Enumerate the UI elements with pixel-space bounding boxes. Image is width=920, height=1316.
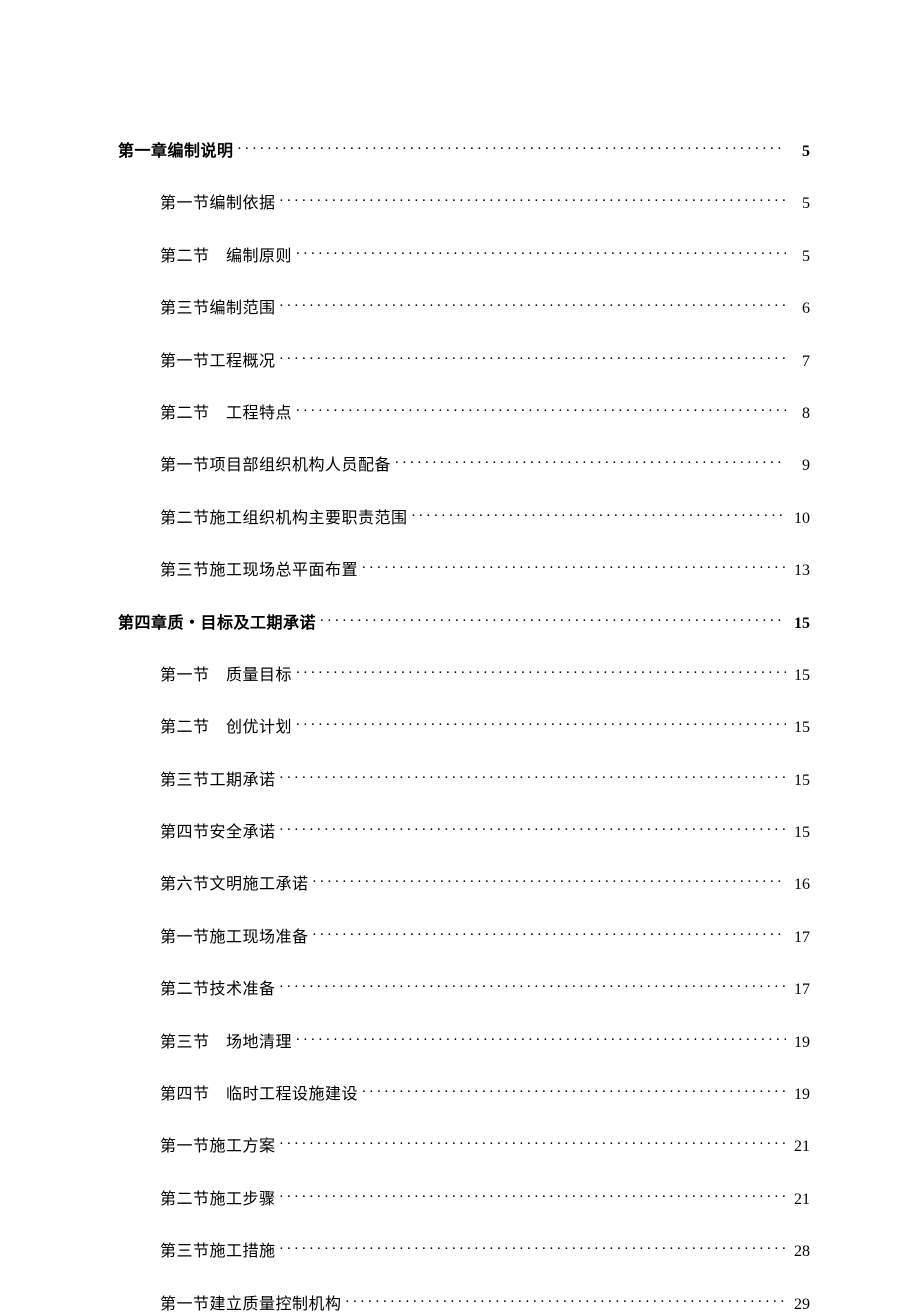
toc-entry-page-number: 9 <box>790 455 810 477</box>
toc-dot-leader <box>362 1083 786 1099</box>
toc-entry-label: 第四节 临时工程设施建设 <box>160 1084 358 1106</box>
toc-dot-leader <box>296 716 786 732</box>
toc-entry-page-number: 8 <box>790 403 810 425</box>
toc-entry[interactable]: 第二节施工步骤 21 <box>118 1188 810 1211</box>
toc-entry-page-number: 28 <box>790 1241 810 1263</box>
toc-entry-label: 第二节 工程特点 <box>160 403 292 425</box>
toc-entry-label: 第一节 质量目标 <box>160 665 292 687</box>
toc-dot-leader <box>238 140 786 156</box>
toc-entry[interactable]: 第三节 场地清理 19 <box>118 1031 810 1054</box>
toc-dot-leader <box>280 769 786 785</box>
toc-entry[interactable]: 第四节 临时工程设施建设 19 <box>118 1083 810 1106</box>
toc-entry[interactable]: 第四章质・目标及工期承诺 15 <box>118 612 810 635</box>
toc-entry[interactable]: 第一章编制说明 5 <box>118 140 810 163</box>
toc-entry-label: 第一章编制说明 <box>118 141 234 163</box>
toc-dot-leader <box>280 350 786 366</box>
toc-dot-leader <box>280 192 786 208</box>
toc-entry-page-number: 17 <box>790 979 810 1001</box>
toc-entry[interactable]: 第三节编制范围 6 <box>118 297 810 320</box>
toc-entry[interactable]: 第二节技术准备 17 <box>118 978 810 1001</box>
toc-dot-leader <box>362 559 786 575</box>
toc-entry-page-number: 15 <box>790 822 810 844</box>
toc-entry-label: 第一节施工现场准备 <box>160 927 309 949</box>
toc-entry[interactable]: 第四节安全承诺 15 <box>118 821 810 844</box>
toc-entry-label: 第三节编制范围 <box>160 298 276 320</box>
toc-dot-leader <box>280 297 786 313</box>
toc-entry[interactable]: 第一节编制依据 5 <box>118 192 810 215</box>
toc-entry-label: 第二节施工组织机构主要职责范围 <box>160 508 408 530</box>
toc-entry-page-number: 15 <box>790 717 810 739</box>
toc-entry-label: 第一节建立质量控制机构 <box>160 1294 342 1316</box>
toc-entry-page-number: 5 <box>790 141 810 163</box>
toc-entry-label: 第一节编制依据 <box>160 193 276 215</box>
toc-entry-page-number: 15 <box>790 613 810 635</box>
toc-entry[interactable]: 第三节施工现场总平面布置 13 <box>118 559 810 582</box>
toc-entry-label: 第一节工程概况 <box>160 351 276 373</box>
toc-entry[interactable]: 第二节 编制原则 5 <box>118 245 810 268</box>
toc-dot-leader <box>296 1031 786 1047</box>
toc-entry-page-number: 13 <box>790 560 810 582</box>
toc-entry-label: 第四章质・目标及工期承诺 <box>118 613 316 635</box>
toc-entry-page-number: 5 <box>790 193 810 215</box>
toc-entry-page-number: 19 <box>790 1032 810 1054</box>
toc-entry-label: 第三节施工措施 <box>160 1241 276 1263</box>
toc-dot-leader <box>280 978 786 994</box>
toc-entry-page-number: 19 <box>790 1084 810 1106</box>
toc-dot-leader <box>320 612 786 628</box>
toc-entry-label: 第一节项目部组织机构人员配备 <box>160 455 391 477</box>
toc-entry[interactable]: 第一节 质量目标 15 <box>118 664 810 687</box>
toc-entry[interactable]: 第二节 工程特点 8 <box>118 402 810 425</box>
toc-dot-leader <box>280 1188 786 1204</box>
toc-entry-label: 第三节工期承诺 <box>160 770 276 792</box>
toc-entry[interactable]: 第一节施工方案 21 <box>118 1135 810 1158</box>
toc-entry[interactable]: 第六节文明施工承诺 16 <box>118 873 810 896</box>
toc-entry-label: 第二节施工步骤 <box>160 1189 276 1211</box>
toc-entry[interactable]: 第二节施工组织机构主要职责范围 10 <box>118 507 810 530</box>
document-page: 第一章编制说明 5 第一节编制依据 5 第二节 编制原则 5 第三节编制范围 6 第一节工程概况… <box>0 0 920 1301</box>
toc-entry-page-number: 15 <box>790 770 810 792</box>
toc-entry-label: 第二节技术准备 <box>160 979 276 1001</box>
toc-entry-page-number: 21 <box>790 1189 810 1211</box>
toc-entry[interactable]: 第一节项目部组织机构人员配备 9 <box>118 454 810 477</box>
toc-entry-page-number: 29 <box>790 1294 810 1316</box>
toc-entry-label: 第三节施工现场总平面布置 <box>160 560 358 582</box>
toc-entry-page-number: 7 <box>790 351 810 373</box>
toc-dot-leader <box>412 507 786 523</box>
toc-entry-page-number: 21 <box>790 1136 810 1158</box>
toc-entry-label: 第四节安全承诺 <box>160 822 276 844</box>
toc-dot-leader <box>280 1135 786 1151</box>
toc-entry[interactable]: 第一节工程概况 7 <box>118 350 810 373</box>
toc-dot-leader <box>296 245 786 261</box>
toc-entry[interactable]: 第一节施工现场准备 17 <box>118 926 810 949</box>
toc-entry-label: 第二节 编制原则 <box>160 246 292 268</box>
toc-entry-page-number: 5 <box>790 246 810 268</box>
toc-entry-label: 第一节施工方案 <box>160 1136 276 1158</box>
table-of-contents: 第一章编制说明 5 第一节编制依据 5 第二节 编制原则 5 第三节编制范围 6 第一节工程概况… <box>118 140 810 1316</box>
toc-dot-leader <box>296 664 786 680</box>
toc-entry-page-number: 10 <box>790 508 810 530</box>
toc-entry[interactable]: 第二节 创优计划 15 <box>118 716 810 739</box>
toc-dot-leader <box>280 821 786 837</box>
toc-entry-page-number: 17 <box>790 927 810 949</box>
toc-entry-label: 第三节 场地清理 <box>160 1032 292 1054</box>
toc-entry-page-number: 6 <box>790 298 810 320</box>
toc-dot-leader <box>296 402 786 418</box>
toc-entry[interactable]: 第三节施工措施 28 <box>118 1240 810 1263</box>
toc-dot-leader <box>313 873 786 889</box>
toc-entry-page-number: 16 <box>790 874 810 896</box>
toc-entry[interactable]: 第三节工期承诺 15 <box>118 769 810 792</box>
toc-dot-leader <box>280 1240 786 1256</box>
toc-dot-leader <box>313 926 786 942</box>
toc-entry[interactable]: 第一节建立质量控制机构 29 <box>118 1293 810 1316</box>
toc-entry-page-number: 15 <box>790 665 810 687</box>
toc-dot-leader <box>395 454 786 470</box>
toc-entry-label: 第二节 创优计划 <box>160 717 292 739</box>
toc-entry-label: 第六节文明施工承诺 <box>160 874 309 896</box>
